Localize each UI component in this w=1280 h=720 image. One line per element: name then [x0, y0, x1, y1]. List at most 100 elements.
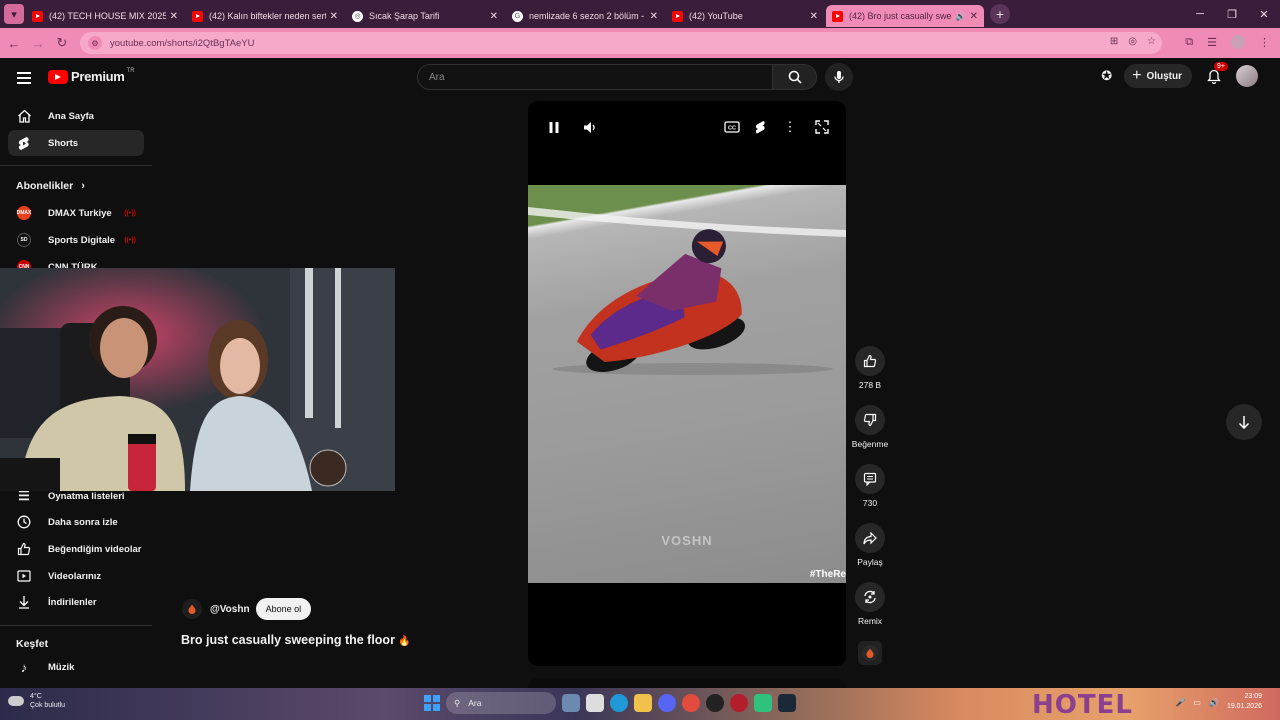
channel-handle[interactable]: @Voshn	[210, 604, 250, 615]
clock[interactable]: 23:09 19.01.2026	[1227, 692, 1262, 712]
voice-search-button[interactable]	[825, 63, 853, 91]
steam-icon[interactable]	[778, 694, 796, 712]
volume-icon[interactable]: 🔊	[1209, 698, 1219, 707]
edge-icon[interactable]	[610, 694, 628, 712]
omnibox-actions: ⊞ ◎ ☆	[1110, 36, 1156, 47]
more-options-icon[interactable]: ⋮	[782, 119, 798, 135]
restore-icon[interactable]: ❐	[1216, 0, 1248, 28]
account-avatar[interactable]	[1236, 65, 1258, 87]
dislike-button[interactable]	[855, 405, 885, 435]
tab-1[interactable]: (42) TECH HOUSE MIX 2025 (Fe ✕	[26, 5, 184, 27]
install-app-icon[interactable]: ⊞	[1110, 36, 1118, 47]
forward-icon[interactable]: →	[26, 36, 50, 51]
profile-avatar[interactable]	[1231, 35, 1245, 49]
fullscreen-icon[interactable]	[814, 119, 830, 135]
chevron-right-icon: ›	[81, 180, 85, 192]
close-window-icon[interactable]: ✕	[1248, 0, 1280, 28]
minimize-icon[interactable]: ─	[1184, 0, 1216, 28]
share-action[interactable]: Paylaş	[848, 523, 892, 567]
comment-count: 730	[862, 498, 878, 508]
network-icon[interactable]: ▭	[1193, 698, 1201, 707]
tab-close-icon[interactable]: ✕	[330, 11, 338, 22]
eye-slash-icon[interactable]: ◎	[1128, 36, 1137, 47]
green-app-icon[interactable]	[754, 694, 772, 712]
browser-menu-icon[interactable]: ⋮	[1259, 36, 1270, 49]
site-info-icon[interactable]: ⚙	[88, 36, 102, 50]
sidebar-channel-dmax[interactable]: DMAX DMAX Turkiye ((•))	[8, 200, 144, 226]
remix-button[interactable]	[855, 582, 885, 612]
temperature: 4°C	[30, 693, 42, 700]
sidebar-item-music[interactable]: ♪ Müzik	[8, 654, 144, 680]
like-button[interactable]	[855, 346, 885, 376]
tab-title: nemlizade 6 sezon 2 bölüm - G	[529, 11, 646, 21]
captions-icon[interactable]: CC	[724, 119, 740, 135]
like-action[interactable]: 278 B	[848, 346, 892, 390]
comments-button[interactable]	[855, 464, 885, 494]
reload-icon[interactable]: ↻	[50, 35, 74, 51]
shorts-icon	[16, 135, 32, 151]
sidebar-item-home[interactable]: Ana Sayfa	[8, 103, 144, 129]
chrome-icon[interactable]	[682, 694, 700, 712]
red-app-icon[interactable]	[730, 694, 748, 712]
channel-name: DMAX Turkiye	[48, 207, 112, 219]
new-tab-button[interactable]: +	[990, 4, 1010, 24]
widgets-icon[interactable]	[562, 694, 580, 712]
windows-start-icon[interactable]	[424, 695, 440, 711]
channel-avatar[interactable]	[182, 599, 202, 619]
share-button[interactable]	[855, 523, 885, 553]
youtube-premium-logo[interactable]: Premium TR	[48, 68, 135, 84]
search-button[interactable]	[773, 64, 817, 90]
microphone-icon[interactable]: 🎤	[1175, 698, 1185, 707]
tab-6-active[interactable]: (42) Bro just casually sweep 🔊 ✕	[826, 5, 984, 27]
url-field[interactable]: ⚙ youtube.com/shorts/i2QtBgTAeYU	[80, 32, 1162, 54]
tab-2[interactable]: (42) Kalın biftekler neden sert o ✕	[186, 5, 344, 27]
dislike-action[interactable]: Beğenme	[848, 405, 892, 449]
create-button[interactable]: + Oluştur	[1124, 64, 1192, 88]
sidebar-item-liked-videos[interactable]: Beğendiğim videolar	[8, 536, 144, 562]
video-frame[interactable]: VOSHN #TheRe	[528, 185, 846, 583]
sidebar-item-shorts[interactable]: Shorts	[8, 130, 144, 156]
subscriptions-heading[interactable]: Abonelikler ›	[16, 180, 85, 192]
search-input[interactable]: Ara	[417, 64, 773, 90]
tab-search-icon[interactable]: ▾	[4, 4, 24, 24]
notifications-button[interactable]: 9+	[1204, 62, 1228, 86]
tab-close-icon[interactable]: ✕	[170, 11, 178, 22]
subscriptions-label: Abonelikler	[16, 180, 74, 192]
shorts-player[interactable]: CC ⋮ VOSHN #TheRe	[528, 101, 846, 666]
sidebar-channel-sports-digitale[interactable]: SD Sports Digitale ((•))	[8, 227, 144, 253]
sidebar-item-watch-later[interactable]: Daha sonra izle	[8, 509, 144, 535]
weather-text: Çok bulutlu	[30, 702, 66, 709]
remix-action[interactable]: Remix	[848, 582, 892, 626]
tab-3[interactable]: ◎ Sıcak Şarap Tarifi ✕	[346, 5, 504, 27]
comments-action[interactable]: 730	[848, 464, 892, 508]
obs-icon[interactable]	[706, 694, 724, 712]
back-icon[interactable]: ←	[2, 36, 26, 51]
pause-icon[interactable]	[546, 119, 562, 135]
weather-widget[interactable]: 4°C Çok bulutlu	[8, 692, 65, 710]
discord-icon[interactable]	[658, 694, 676, 712]
sidebar-item-downloads[interactable]: İndirilenler	[8, 589, 144, 615]
task-view-icon[interactable]	[586, 694, 604, 712]
shorts-settings-icon[interactable]	[753, 119, 769, 135]
clock-icon	[16, 514, 32, 530]
tab-close-icon[interactable]: ✕	[490, 11, 498, 22]
bookmark-star-icon[interactable]: ☆	[1147, 36, 1156, 47]
sound-source-thumbnail[interactable]	[858, 641, 882, 665]
next-short-button[interactable]	[1226, 404, 1262, 440]
subscribe-button[interactable]: Abone ol	[255, 598, 312, 620]
sidebar-item-your-videos[interactable]: Videolarınız	[8, 563, 144, 589]
tab-close-icon[interactable]: ✕	[810, 11, 818, 22]
taskbar-search[interactable]: ⚲ Ara	[446, 692, 556, 714]
speaker-icon[interactable]: 🔊	[956, 12, 966, 21]
reading-list-icon[interactable]: ☰	[1207, 36, 1217, 49]
tab-4[interactable]: Gnemlizade 6 sezon 2 bölüm - G ✕	[506, 5, 664, 27]
extensions-icon[interactable]: ⧉	[1185, 36, 1193, 49]
file-explorer-icon[interactable]	[634, 694, 652, 712]
menu-icon[interactable]	[17, 72, 31, 84]
tab-close-icon[interactable]: ✕	[650, 11, 658, 22]
watermark: VOSHN	[661, 533, 713, 548]
tab-close-icon[interactable]: ✕	[970, 11, 978, 22]
volume-icon[interactable]	[582, 119, 598, 135]
shorts-icon[interactable]: ✪	[1101, 68, 1112, 84]
tab-5[interactable]: (42) YouTube ✕	[666, 5, 824, 27]
